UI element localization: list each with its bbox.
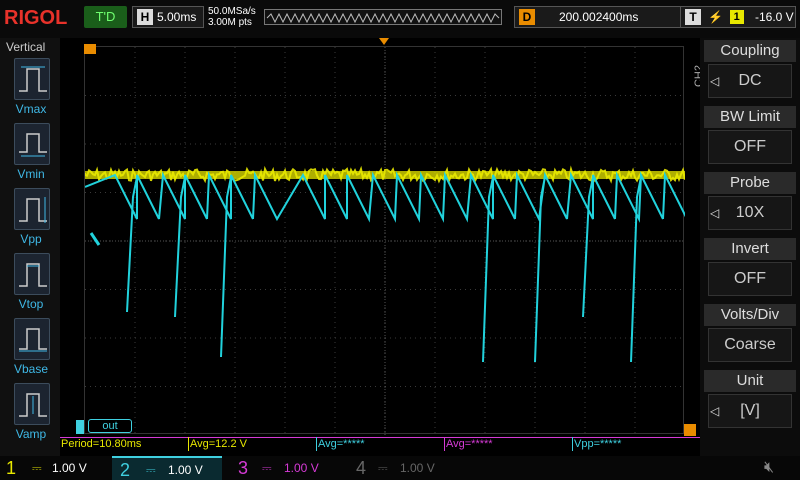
invert-value: OFF (708, 262, 792, 296)
vpp-label: Vpp (20, 232, 42, 246)
channel-1-number: 1 (6, 458, 17, 478)
sample-rate: 50.0MSa/s (208, 6, 256, 17)
coupling-title: Coupling (704, 40, 796, 62)
volts-div-title: Volts/Div (704, 304, 796, 326)
measurement-vpp: Vpp=***** (572, 437, 698, 451)
dc-coupling-icon: ⎓ (146, 463, 156, 477)
delay-key: D (519, 9, 535, 25)
menu-bw-limit[interactable]: BW Limit OFF (704, 106, 796, 168)
vbase-icon (14, 318, 50, 360)
channel-3-scale: 1.00 V (284, 461, 319, 475)
horizontal-scale[interactable]: H 5.00ms (132, 6, 204, 28)
ch2-offset-marker[interactable] (76, 420, 84, 434)
menu-unit[interactable]: Unit [V] ◁ (704, 370, 796, 432)
horizontal-key: H (137, 9, 153, 25)
probe-title: Probe (704, 172, 796, 194)
vtop-icon (14, 253, 50, 295)
ch2-waveform-segment (89, 232, 101, 246)
vamp-icon (14, 383, 50, 425)
invert-title: Invert (704, 238, 796, 260)
dc-coupling-icon: ⎓ (32, 461, 42, 475)
channel-2-scale: 1.00 V (168, 463, 203, 477)
channel-4-number: 4 (356, 458, 367, 478)
delay-value: 200.002400ms (559, 10, 639, 24)
unit-value: [V] (708, 394, 792, 428)
unit-title: Unit (704, 370, 796, 392)
measurement-avg-ch2: Avg=***** (316, 437, 442, 451)
channel-menu-panel: Coupling DC ◁ BW Limit OFF Probe 10X ◁ I… (700, 38, 800, 458)
trigger-status-badge: T'D (84, 6, 127, 28)
coupling-value: DC (708, 64, 792, 98)
trigger-key: T (685, 9, 701, 25)
horizontal-value: 5.00ms (157, 10, 197, 24)
delay-offset[interactable]: D 200.002400ms (514, 6, 694, 28)
menu-invert[interactable]: Invert OFF (704, 238, 796, 300)
measurement-bar: Period=10.80ms Avg=12.2 V Avg=***** Avg=… (60, 437, 700, 453)
top-status-bar: RIGOL T'D H 5.00ms 50.0MSa/s 3.00M pts D 2… (0, 0, 800, 38)
dc-coupling-icon: ⎓ (262, 461, 272, 475)
measure-vbase[interactable]: Vbase (8, 318, 54, 378)
vbase-label: Vbase (13, 362, 49, 376)
trigger-level-marker[interactable] (684, 424, 696, 436)
measurement-period: Period=10.80ms (61, 438, 142, 450)
vmax-icon (14, 58, 50, 100)
rotate-knob-icon: ◁ (710, 206, 720, 220)
trigger-settings[interactable]: T ⚡ 1 -16.0 V (680, 6, 796, 28)
measurement-avg-ch3: Avg=***** (444, 437, 570, 451)
trigger-time-marker[interactable] (84, 44, 96, 54)
measure-panel: Vertical Vmax Vmin Vpp Vtop Vbase Vamp (0, 38, 60, 458)
vmax-label: Vmax (15, 102, 47, 116)
channel-label-box[interactable]: out (88, 419, 132, 433)
volts-div-value: Coarse (708, 328, 792, 362)
channel-1-scale: 1.00 V (52, 461, 87, 475)
channel-1-status[interactable]: 1 ⎓ 1.00 V (0, 456, 110, 480)
menu-volts-div[interactable]: Volts/Div Coarse (704, 304, 796, 366)
rising-edge-icon: ⚡ (708, 10, 724, 24)
sound-muted-icon[interactable]: 🔇︎ (764, 456, 774, 480)
channel-4-status[interactable]: 4 ⎓ 1.00 V (350, 456, 460, 480)
vmin-label: Vmin (17, 167, 45, 181)
waveform-display[interactable] (84, 46, 685, 435)
vpp-icon (14, 188, 50, 230)
vmin-icon (14, 123, 50, 165)
memory-depth: 3.00M pts (208, 17, 252, 28)
brand-logo: RIGOL (4, 7, 68, 29)
trigger-level: -16.0 V (754, 10, 794, 24)
dc-coupling-icon: ⎓ (378, 461, 388, 475)
channel-2-number: 2 (120, 460, 131, 480)
vtop-label: Vtop (18, 297, 44, 311)
channel-3-number: 3 (238, 458, 249, 478)
channel-2-status[interactable]: 2 ⎓ 1.00 V (112, 456, 222, 480)
measurement-avg-ch1: Avg=12.2 V (188, 437, 314, 451)
measure-vmax[interactable]: Vmax (8, 58, 54, 118)
waveform-canvas (85, 47, 685, 435)
trigger-source: 1 (729, 10, 744, 24)
memory-position-bar[interactable] (264, 9, 502, 25)
memory-waveform-preview (266, 12, 500, 24)
rotate-knob-icon: ◁ (710, 74, 720, 88)
rotate-knob-icon: ◁ (710, 404, 720, 418)
bw-limit-title: BW Limit (704, 106, 796, 128)
bw-limit-value: OFF (708, 130, 792, 164)
vamp-label: Vamp (15, 427, 47, 441)
measure-vmin[interactable]: Vmin (8, 123, 54, 183)
probe-value: 10X (708, 196, 792, 230)
channel-4-scale: 1.00 V (400, 461, 435, 475)
measure-vamp[interactable]: Vamp (8, 383, 54, 443)
trigger-position-marker[interactable] (379, 38, 389, 45)
measure-vtop[interactable]: Vtop (8, 253, 54, 313)
measure-vpp[interactable]: Vpp (8, 188, 54, 248)
menu-probe[interactable]: Probe 10X ◁ (704, 172, 796, 234)
sample-info: 50.0MSa/s 3.00M pts (208, 6, 256, 28)
channel-3-status[interactable]: 3 ⎓ 1.00 V (232, 456, 342, 480)
channel-bar: 1 ⎓ 1.00 V 2 ⎓ 1.00 V 3 ⎓ 1.00 V 4 ⎓ 1.0… (0, 456, 800, 480)
measure-panel-title: Vertical (6, 40, 46, 54)
menu-coupling[interactable]: Coupling DC ◁ (704, 40, 796, 102)
